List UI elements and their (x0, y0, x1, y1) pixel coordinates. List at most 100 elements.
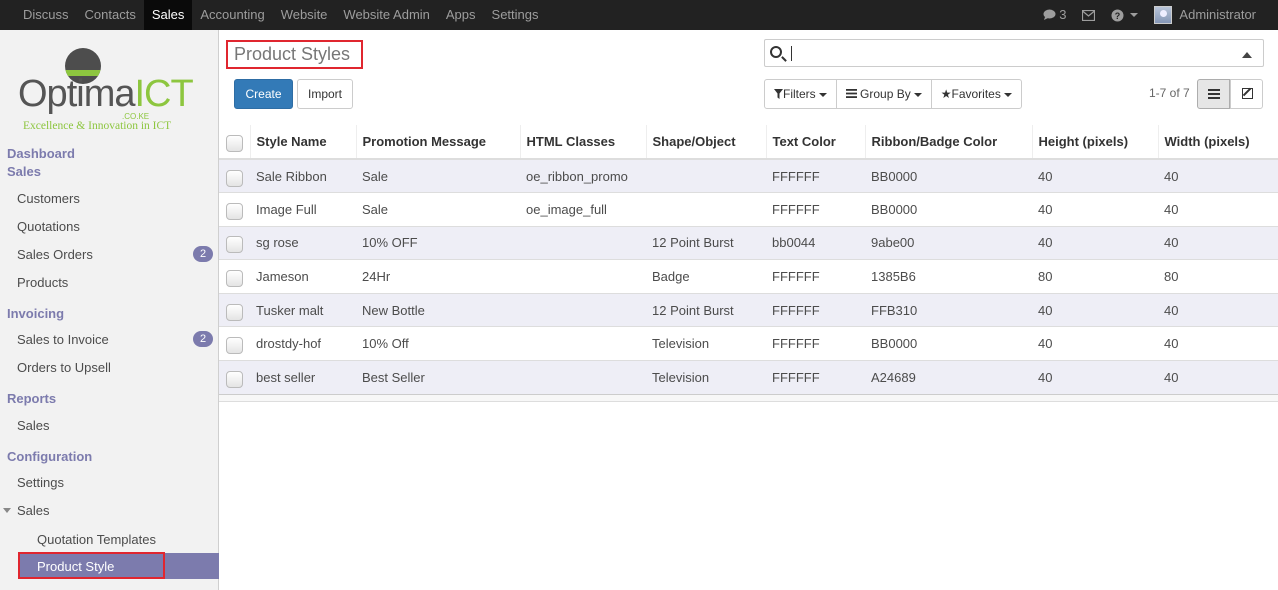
messages-button[interactable]: 3 (1035, 0, 1074, 30)
table-cell: 40 (1032, 225, 1158, 260)
list-icon (1208, 89, 1220, 99)
table-row[interactable]: drostdy-hof 10% Off Television FFFFFF BB0000… (219, 326, 1278, 361)
column-header[interactable]: Ribbon/Badge Color (865, 125, 1033, 160)
table-cell: 10% OFF (356, 225, 520, 260)
toggle-search-options-icon[interactable] (1242, 52, 1252, 58)
table-cell: FFB310 (865, 292, 1032, 327)
help-menu-button[interactable]: ? (1103, 0, 1146, 30)
sidebar-item-sales-to-invoice[interactable]: Sales to Invoice (17, 332, 109, 347)
records-table: Style Name Promotion Message HTML Classes S… (219, 125, 1278, 395)
favorites-button[interactable]: ★Favorites (932, 80, 1021, 108)
table-cell: 24Hr (356, 259, 520, 294)
row-checkbox[interactable] (226, 236, 243, 254)
select-all-checkbox[interactable] (226, 135, 243, 152)
table-cell: 40 (1158, 158, 1278, 193)
row-select-cell (219, 292, 250, 327)
chevron-down-icon (913, 92, 922, 97)
table-cell: oe_image_full (520, 192, 646, 227)
edit-icon (1242, 88, 1253, 99)
table-row[interactable]: Image Full Sale oe_image_full FFFFFF BB0000 4… (219, 192, 1278, 227)
table-cell: Sale (356, 192, 520, 227)
table-cell: Sale Ribbon (250, 158, 356, 193)
sidebar-item-dashboard[interactable]: Dashboard (7, 146, 75, 161)
table-cell: Image Full (250, 192, 356, 227)
table-cell: 40 (1158, 292, 1278, 327)
table-cell (520, 292, 646, 327)
column-header[interactable]: Shape/Object (646, 125, 767, 160)
column-header[interactable]: Style Name (250, 125, 357, 160)
table-cell: oe_ribbon_promo (520, 158, 646, 193)
topnav-item-website-admin[interactable]: Website Admin (335, 0, 437, 30)
sidebar-item-products[interactable]: Products (17, 275, 68, 290)
sales-to-invoice-count-badge: 2 (193, 331, 213, 347)
table-cell: Television (646, 326, 766, 361)
sidebar-item-orders-to-upsell[interactable]: Orders to Upsell (17, 360, 111, 375)
inbox-button[interactable] (1074, 0, 1103, 30)
topnav-item-contacts[interactable]: Contacts (77, 0, 144, 30)
user-name: Administrator (1179, 7, 1256, 22)
chevron-down-icon (1130, 13, 1139, 17)
table-cell: 40 (1032, 192, 1158, 227)
filters-button[interactable]: Filters (765, 80, 837, 108)
group-by-button[interactable]: Group By (837, 80, 932, 108)
table-cell: FFFFFF (766, 326, 865, 361)
table-row[interactable]: Jameson 24Hr Badge FFFFFF 1385B6 80 80 (219, 259, 1278, 294)
sidebar-item-quotation-templates[interactable]: Quotation Templates (37, 532, 156, 547)
table-cell: 40 (1158, 360, 1278, 395)
table-cell: 40 (1032, 292, 1158, 327)
sidebar-section-reports: Reports (7, 391, 57, 406)
sidebar-item-config-sales[interactable]: Sales (17, 503, 50, 518)
table-cell: Tusker malt (250, 292, 356, 327)
row-checkbox[interactable] (226, 270, 243, 288)
table-row[interactable]: Sale Ribbon Sale oe_ribbon_promo FFFFFF BB00… (219, 158, 1278, 193)
sidebar-item-settings[interactable]: Settings (17, 475, 64, 490)
row-checkbox[interactable] (226, 303, 243, 321)
table-footer (219, 394, 1278, 402)
row-checkbox[interactable] (226, 337, 243, 355)
list-view: Style Name Promotion Message HTML Classes S… (219, 125, 1278, 395)
sidebar-item-customers[interactable]: Customers (17, 191, 80, 206)
search-input[interactable] (764, 39, 1264, 67)
table-cell: 40 (1158, 326, 1278, 361)
pager-value[interactable]: 1-7 of 7 (1149, 86, 1190, 100)
column-header[interactable]: Promotion Message (356, 125, 521, 160)
sidebar-item-quotations[interactable]: Quotations (17, 219, 80, 234)
row-checkbox[interactable] (226, 169, 243, 187)
svg-text:?: ? (1115, 11, 1121, 21)
table-cell: 40 (1032, 360, 1158, 395)
row-checkbox[interactable] (226, 371, 243, 389)
table-cell: 1385B6 (865, 259, 1032, 294)
star-icon: ★ (940, 87, 952, 101)
row-select-cell (219, 259, 250, 294)
table-cell: FFFFFF (766, 360, 865, 395)
column-header[interactable]: Height (pixels) (1032, 125, 1159, 160)
table-row[interactable]: best seller Best Seller Television FFFFFF A2… (219, 360, 1278, 395)
sidebar-item-sales-orders[interactable]: Sales Orders (17, 247, 93, 262)
column-header[interactable]: Width (pixels) (1158, 125, 1278, 160)
topnav-item-apps[interactable]: Apps (438, 0, 484, 30)
form-view-button[interactable] (1230, 79, 1263, 109)
sidebar-section-invoicing: Invoicing (7, 306, 65, 321)
table-cell: 80 (1158, 259, 1278, 294)
column-header[interactable]: HTML Classes (520, 125, 647, 160)
create-button[interactable]: Create (234, 79, 293, 109)
topnav-item-website[interactable]: Website (273, 0, 336, 30)
table-row[interactable]: sg rose 10% OFF 12 Point Burst bb0044 9abe00… (219, 225, 1278, 260)
logo-tagline: Excellence & Innovation in ICT (23, 120, 172, 132)
topnav-item-settings[interactable]: Settings (484, 0, 547, 30)
app-menu: Discuss Contacts Sales Accounting Website Web… (0, 0, 547, 30)
topnav-item-accounting[interactable]: Accounting (192, 0, 272, 30)
list-view-button[interactable] (1197, 79, 1230, 109)
table-cell: Jameson (250, 259, 356, 294)
sidebar: OptimaICT .CO.KE Excellence & Innovation… (0, 30, 219, 590)
sidebar-item-reports-sales[interactable]: Sales (17, 418, 50, 433)
column-header[interactable]: Text Color (766, 125, 866, 160)
row-checkbox[interactable] (226, 202, 243, 220)
topnav-item-discuss[interactable]: Discuss (0, 0, 77, 30)
topnav-item-sales[interactable]: Sales (143, 0, 193, 30)
collapse-caret-icon[interactable] (3, 508, 11, 513)
import-button[interactable]: Import (297, 79, 353, 109)
table-cell: 80 (1032, 259, 1158, 294)
table-row[interactable]: Tusker malt New Bottle 12 Point Burst FFFFF… (219, 292, 1278, 327)
user-menu-button[interactable]: Administrator (1146, 0, 1278, 30)
